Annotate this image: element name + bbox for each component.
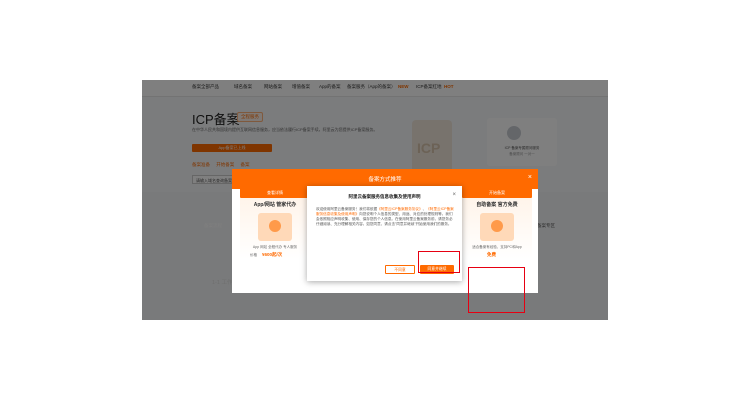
method-card-desc: 适合备案有经验，支持PC和App — [472, 245, 522, 249]
annotation-box-agree — [418, 251, 460, 273]
price-value: 免费 — [487, 252, 496, 257]
view-details-button[interactable]: 查看详情 — [240, 188, 310, 198]
method-card-title: 自助备案 官方免费 — [476, 202, 518, 208]
service-agreement-link[interactable]: 《阿里云ICP备案服务协议》 — [377, 207, 423, 211]
screenshot-frame: 备案全部产品 域名备案 网站备案 增值备案 App的备案 备案服务（App的备案… — [142, 80, 608, 320]
method-card-desc: App 网站 全程代办 专人服务 — [252, 245, 298, 249]
method-card-title: App/网站 管家代办 — [253, 202, 297, 208]
decline-button[interactable]: 不同意 — [385, 265, 415, 274]
dialog-title: 阿里云备案服务信息收集及使用声明 — [348, 194, 421, 199]
service-icon — [269, 220, 281, 232]
modal-title: 备案方式推荐 — [368, 177, 402, 183]
method-card-agent[interactable]: App/网站 管家代办 App 网站 全程代办 专人服务 价格 ¥600起/次 — [240, 197, 310, 259]
price-label: 价格 — [250, 253, 257, 257]
dialog-body: 欢迎使用阿里云备案服务！我们将依据《阿里云ICP备案服务协议》、《阿里云ICP备… — [316, 207, 454, 227]
price-value: ¥600起/次 — [262, 252, 283, 257]
method-card-self[interactable]: 自助备案 官方免费 适合备案有经验，支持PC和App 免费 — [462, 197, 532, 259]
close-icon[interactable]: × — [528, 174, 532, 181]
start-filing-button[interactable]: 开始备案 — [462, 188, 532, 198]
annotation-box-start-filing — [468, 267, 525, 313]
close-icon[interactable]: × — [452, 192, 456, 198]
service-icon — [491, 220, 503, 232]
body-text: 欢迎使用阿里云备案服务！我们将依据 — [316, 207, 378, 211]
